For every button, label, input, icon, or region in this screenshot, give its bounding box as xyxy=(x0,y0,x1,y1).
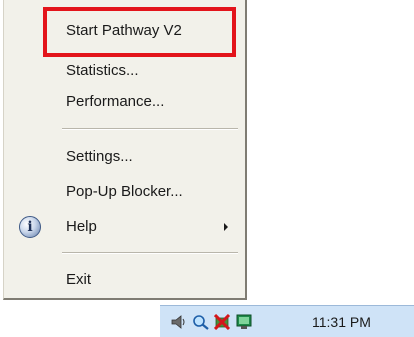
tray-context-menu: Start Pathway V2 Statistics... Performan… xyxy=(3,0,247,300)
menu-item-start-pathway[interactable]: Start Pathway V2 xyxy=(4,17,244,45)
search-icon[interactable] xyxy=(192,314,210,330)
help-info-icon xyxy=(19,216,41,238)
menu-item-label: Help xyxy=(66,218,97,235)
speaker-icon[interactable] xyxy=(170,314,188,330)
menu-separator xyxy=(62,128,238,130)
menu-item-performance[interactable]: Performance... xyxy=(4,88,244,116)
menu-item-label: Performance... xyxy=(66,93,165,110)
tray-clock[interactable]: 11:31 PM xyxy=(312,306,371,337)
menu-item-statistics[interactable]: Statistics... xyxy=(4,57,244,85)
monitor-icon[interactable] xyxy=(236,314,254,330)
menu-item-settings[interactable]: Settings... xyxy=(4,143,244,171)
menu-item-label: Pop-Up Blocker... xyxy=(66,183,183,200)
menu-item-help[interactable]: Help xyxy=(4,213,244,241)
menu-item-exit[interactable]: Exit xyxy=(4,266,244,294)
menu-item-label: Start Pathway V2 xyxy=(66,22,182,39)
menu-separator xyxy=(62,252,238,254)
menu-item-label: Statistics... xyxy=(66,62,139,79)
submenu-arrow-icon xyxy=(224,223,228,231)
menu-item-label: Exit xyxy=(66,271,92,288)
menu-item-popup-blocker[interactable]: Pop-Up Blocker... xyxy=(4,178,244,206)
system-tray: 11:31 PM xyxy=(160,305,414,337)
menu-item-label: Settings... xyxy=(66,148,133,165)
desktop-area: Start Pathway V2 Statistics... Performan… xyxy=(0,0,414,337)
network-disabled-icon[interactable] xyxy=(214,314,232,330)
